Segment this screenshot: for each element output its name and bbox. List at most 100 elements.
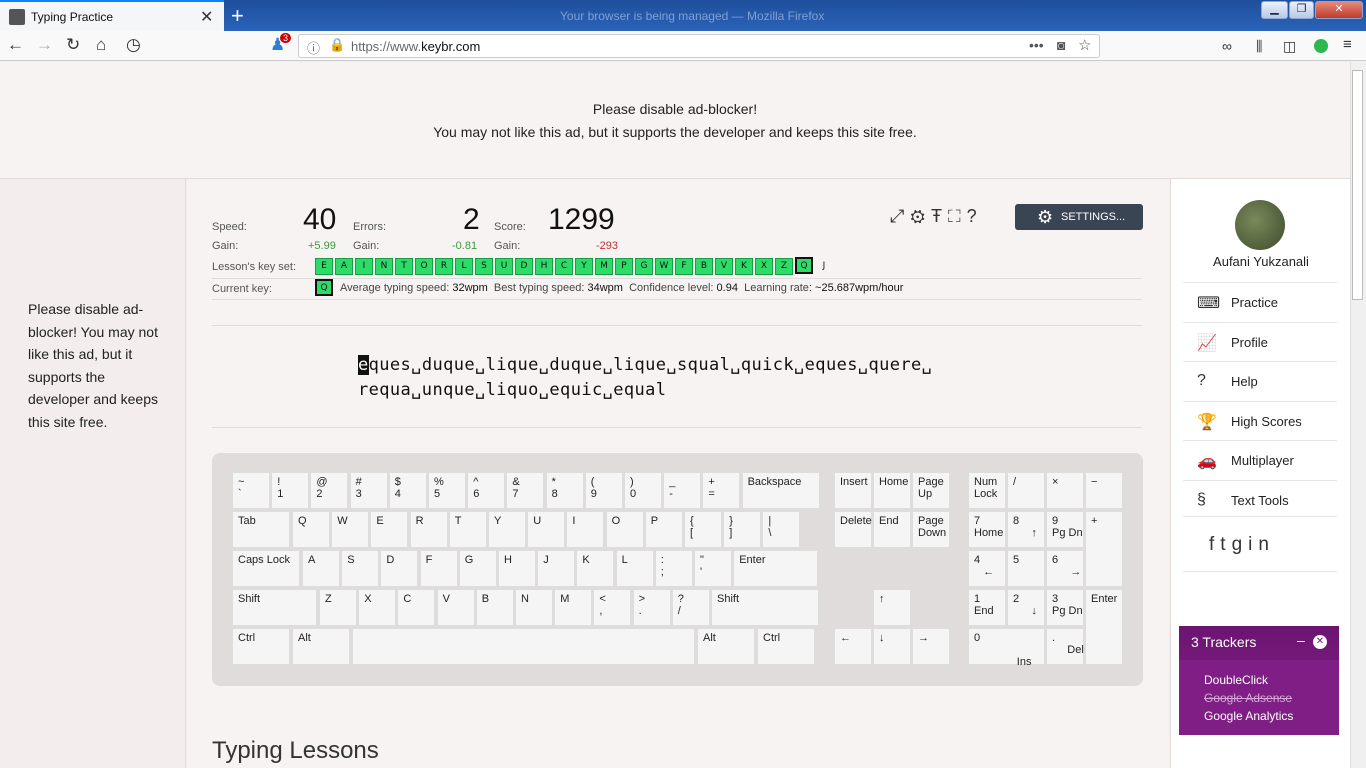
google-plus-icon[interactable]: g xyxy=(1232,534,1249,555)
key-caps-lock[interactable]: Caps Lock xyxy=(232,550,300,587)
back-icon[interactable]: ← xyxy=(7,35,24,55)
key-enter[interactable]: Enter xyxy=(733,550,819,587)
maximize-button[interactable]: ❐ xyxy=(1289,1,1314,19)
key[interactable]: @ 2 xyxy=(310,472,349,509)
linkedin-icon[interactable]: in xyxy=(1248,534,1275,555)
key-arrow-left[interactable]: ← xyxy=(834,628,872,665)
key[interactable]: K xyxy=(576,550,615,587)
minimize-trackers-icon[interactable]: – xyxy=(1297,632,1305,648)
avatar[interactable] xyxy=(1235,200,1285,250)
numpad-key[interactable]: 5 xyxy=(1007,550,1045,587)
key[interactable]: M xyxy=(554,589,593,626)
sidebar-item-multiplayer[interactable]: 🚗 Multiplayer xyxy=(1183,440,1337,479)
key[interactable]: P xyxy=(644,511,683,548)
key[interactable]: O xyxy=(605,511,644,548)
key[interactable]: S xyxy=(341,550,380,587)
key[interactable]: _ - xyxy=(663,472,702,509)
key[interactable]: L xyxy=(615,550,654,587)
history-icon[interactable]: ◷ xyxy=(126,35,141,55)
key[interactable]: W xyxy=(331,511,370,548)
sidebar-item-text-tools[interactable]: § Text Tools xyxy=(1183,479,1337,519)
info-icon[interactable]: ⓘ xyxy=(307,38,320,57)
key-alt-right[interactable]: Alt xyxy=(697,628,755,665)
key[interactable]: R xyxy=(409,511,448,548)
key[interactable]: I xyxy=(566,511,605,548)
numpad-key[interactable]: 3 Pg Dn xyxy=(1046,589,1084,626)
lock-icon[interactable]: 🔒 xyxy=(329,37,345,53)
bookmark-star-icon[interactable]: ☆ xyxy=(1078,36,1091,54)
nav-key[interactable]: Page Down xyxy=(912,511,950,548)
home-icon[interactable]: ⌂ xyxy=(96,35,106,55)
sidebar-item-practice[interactable]: ⌨ Practice xyxy=(1183,282,1337,321)
key[interactable]: ~ ` xyxy=(232,472,270,509)
key-shift-right[interactable]: Shift xyxy=(711,589,819,626)
key[interactable]: E xyxy=(370,511,409,548)
numpad-key[interactable]: / xyxy=(1007,472,1045,509)
numpad-key[interactable]: 6 → xyxy=(1046,550,1084,587)
key-ctrl-right[interactable]: Ctrl xyxy=(757,628,815,665)
fullscreen-expand-icon[interactable]: ⤢ xyxy=(890,206,910,226)
typing-text-area[interactable]: eques␣duque␣lique␣duque␣lique␣squal␣quic… xyxy=(358,353,932,403)
key[interactable]: } ] xyxy=(723,511,762,548)
more-actions-icon[interactable]: ••• xyxy=(1029,37,1044,53)
reload-icon[interactable]: ↻ xyxy=(66,35,80,55)
key[interactable]: Y xyxy=(488,511,526,548)
key[interactable]: % 5 xyxy=(428,472,466,509)
mask-icon[interactable]: ∞ xyxy=(1222,38,1232,54)
key[interactable]: ! 1 xyxy=(271,472,310,509)
sidebar-item-high-scores[interactable]: 🏆 High Scores xyxy=(1183,400,1337,440)
facebook-icon[interactable]: f xyxy=(1209,534,1220,555)
key-arrow-right[interactable]: → xyxy=(912,628,950,665)
twitter-icon[interactable]: t xyxy=(1220,534,1231,555)
key[interactable]: + = xyxy=(702,472,741,509)
key-arrow-up[interactable]: ↑ xyxy=(873,589,911,626)
numpad-key[interactable]: × xyxy=(1046,472,1084,509)
nav-key[interactable]: Page Up xyxy=(912,472,950,509)
numpad-key[interactable]: 9 Pg Dn xyxy=(1046,511,1084,548)
key[interactable]: A xyxy=(302,550,340,587)
scrollbar-thumb[interactable] xyxy=(1352,70,1363,300)
key[interactable]: Q xyxy=(292,511,330,548)
key-ctrl-left[interactable]: Ctrl xyxy=(232,628,290,665)
key[interactable]: $ 4 xyxy=(388,472,427,509)
tab-typing-practice[interactable]: Typing Practice ✕ xyxy=(0,0,224,31)
font-size-icon[interactable]: Ŧ xyxy=(931,206,948,226)
address-bar[interactable]: ⓘ 🔒 https://www.keybr.com ••• ◙ ☆ xyxy=(298,34,1100,58)
settings-button[interactable]: ⚙ SETTINGS... xyxy=(1015,204,1143,230)
pocket-icon[interactable]: ◙ xyxy=(1057,37,1065,53)
key-shift-left[interactable]: Shift xyxy=(232,589,317,626)
library-icon[interactable]: ⫼ xyxy=(1256,38,1262,55)
numpad-key[interactable]: Num Lock xyxy=(968,472,1006,509)
key[interactable]: { [ xyxy=(684,511,722,548)
key-arrow-down[interactable]: ↓ xyxy=(873,628,911,665)
key[interactable]: > . xyxy=(632,589,671,626)
new-tab-icon[interactable]: + xyxy=(231,3,244,29)
addon-green-icon[interactable] xyxy=(1314,39,1328,53)
gear-icon[interactable]: ⚙ xyxy=(910,206,931,226)
numpad-key[interactable]: 4 ← xyxy=(968,550,1006,587)
key[interactable]: H xyxy=(498,550,536,587)
numpad-key[interactable]: Enter xyxy=(1085,589,1123,665)
key-alt-left[interactable]: Alt xyxy=(292,628,350,665)
help-icon[interactable]: ? xyxy=(967,206,983,226)
window-close-button[interactable]: ✕ xyxy=(1315,1,1363,19)
key[interactable]: * 8 xyxy=(545,472,584,509)
key[interactable]: G xyxy=(458,550,497,587)
key[interactable]: X xyxy=(358,589,397,626)
menu-hamburger-icon[interactable]: ≡ xyxy=(1343,36,1352,53)
numpad-key[interactable]: − xyxy=(1085,472,1123,509)
key[interactable]: ^ 6 xyxy=(467,472,506,509)
close-trackers-icon[interactable]: ✕ xyxy=(1313,635,1327,649)
key[interactable]: N xyxy=(515,589,553,626)
key[interactable]: V xyxy=(436,589,475,626)
tab-close-icon[interactable]: ✕ xyxy=(200,7,213,27)
numpad-key[interactable]: 8 ↑ xyxy=(1007,511,1045,548)
numpad-key[interactable]: 1 End xyxy=(968,589,1006,626)
key[interactable]: U xyxy=(527,511,566,548)
key[interactable]: < , xyxy=(593,589,632,626)
sidebar-item-help[interactable]: ? Help xyxy=(1183,361,1337,400)
sidebar-toggle-icon[interactable]: ◫ xyxy=(1283,38,1296,55)
key[interactable]: ) 0 xyxy=(624,472,662,509)
numpad-key[interactable]: 7 Home xyxy=(968,511,1006,548)
key[interactable]: T xyxy=(448,511,487,548)
